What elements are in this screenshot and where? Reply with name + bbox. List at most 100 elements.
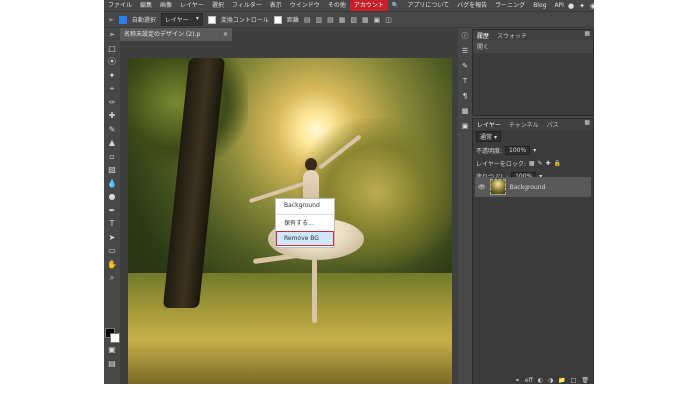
lasso-tool-icon[interactable]: ⦿ (105, 56, 119, 69)
brush-tool-icon[interactable]: ✎ (105, 124, 119, 137)
dancer-standing-leg (312, 253, 317, 323)
healing-tool-icon[interactable]: ✚ (105, 110, 119, 123)
menu-layer[interactable]: レイヤー (176, 0, 208, 11)
info-icon[interactable]: ⓘ (460, 31, 471, 42)
context-menu-item-background[interactable]: Background (276, 199, 334, 212)
pen-tool-icon[interactable]: ✒ (105, 205, 119, 218)
chevron-down-icon[interactable]: ▾ (533, 147, 536, 154)
paragraph-icon[interactable]: ¶ (460, 91, 471, 102)
align-middle-icon[interactable]: ▥ (316, 16, 323, 24)
type-tool-icon[interactable]: T (105, 218, 119, 231)
brush-settings-icon[interactable]: ✎ (460, 61, 471, 72)
screen-mode-icon[interactable]: ▤ (105, 358, 119, 371)
chevron-down-icon: ▾ (493, 134, 497, 141)
layers-panel-footer: ⚭ eff ◐ ◑ 📁 □ 🗑 (473, 375, 593, 384)
link-layers-icon[interactable]: ⚭ (515, 377, 520, 384)
clone-stamp-tool-icon[interactable]: ▲ (105, 137, 119, 150)
zoom-tool-icon[interactable]: ⌕ (105, 272, 119, 285)
menu-bar: ファイル 編集 画像 レイヤー 選択 フィルター 表示 ウインドウ その他 アカ… (104, 0, 594, 11)
gradient-tool-icon[interactable]: ▨ (105, 164, 119, 177)
align-top-icon[interactable]: ▤ (304, 16, 311, 24)
new-layer-icon[interactable]: □ (571, 377, 577, 384)
menu-filter[interactable]: フィルター (228, 0, 266, 11)
delete-layer-icon[interactable]: 🗑 (581, 377, 589, 384)
opacity-input[interactable]: 100% (505, 146, 531, 155)
magic-wand-tool-icon[interactable]: ✦ (105, 70, 119, 83)
menu-report-bug[interactable]: バグを報告 (453, 0, 491, 11)
context-menu-item-remove-bg[interactable]: Remove BG (276, 231, 334, 246)
align-bottom-icon[interactable]: ▤ (327, 16, 334, 24)
css-icon[interactable]: ▩ (460, 106, 471, 117)
tab-channels[interactable]: チャンネル (509, 120, 539, 129)
blur-tool-icon[interactable]: 💧 (105, 178, 119, 191)
background-color-swatch[interactable] (110, 333, 120, 343)
align-right-icon[interactable]: ▦ (362, 16, 369, 24)
menu-select[interactable]: 選択 (208, 0, 228, 11)
tab-history[interactable]: 履歴 (477, 31, 489, 40)
menu-about[interactable]: アプリについて (403, 0, 453, 11)
facebook-icon[interactable]: ◉ (590, 2, 594, 10)
lock-pixels-icon[interactable]: ✎ (538, 160, 543, 167)
layer-mask-icon[interactable]: ◐ (538, 377, 543, 384)
auto-select-target-dropdown[interactable]: レイヤー ▾ (160, 13, 203, 26)
menu-learning[interactable]: ラーニング (491, 0, 529, 11)
shape-tool-icon[interactable]: ▭ (105, 245, 119, 258)
distance-checkbox[interactable] (273, 15, 282, 24)
close-icon[interactable]: × (223, 28, 228, 41)
tab-swatches[interactable]: スウォッチ (497, 31, 527, 40)
layer-row-background[interactable]: 👁 Background (475, 177, 591, 197)
menu-view[interactable]: 表示 (266, 0, 286, 11)
quick-mask-icon[interactable]: ▣ (105, 344, 119, 357)
character-icon[interactable]: T (460, 76, 471, 87)
new-group-icon[interactable]: 📁 (558, 377, 565, 384)
menu-api[interactable]: API (550, 0, 568, 11)
tab-paths[interactable]: パス (547, 120, 559, 129)
opacity-label: 不透明度: (476, 148, 503, 155)
menu-account[interactable]: アカウント (349, 0, 388, 11)
tool-bar: ➣ □ ⦿ ✦ ⌖ ✑ ✚ ✎ ▲ ▫ ▨ 💧 ● ✒ T ➤ ▭ ✋ ⌕ ▣ … (104, 28, 120, 384)
eye-icon[interactable]: 👁 (478, 184, 486, 191)
panel-menu-icon[interactable]: ▦ (584, 30, 590, 37)
align-left-icon[interactable]: ▦ (339, 16, 346, 24)
twitter-icon[interactable]: ✦ (579, 2, 585, 10)
adjustment-layer-icon[interactable]: ◑ (548, 377, 553, 384)
distribute-icon[interactable]: ▣ (374, 16, 381, 24)
arrange-icon[interactable]: ◫ (385, 16, 392, 24)
panel-menu-icon[interactable]: ▦ (584, 119, 590, 126)
transform-controls-checkbox[interactable] (207, 15, 216, 24)
menu-window[interactable]: ウインドウ (286, 0, 324, 11)
hand-tool-icon[interactable]: ✋ (105, 259, 119, 272)
lock-transparency-icon[interactable]: ▦ (529, 160, 535, 167)
document-tab[interactable]: 名称未設定のデザイン (2).p × (120, 28, 232, 41)
properties-icon[interactable]: ☰ (460, 46, 471, 57)
menu-file[interactable]: ファイル (104, 0, 136, 11)
menu-edit[interactable]: 編集 (136, 0, 156, 11)
image-icon[interactable]: ▣ (460, 121, 471, 132)
document-tab-title: 名称未設定のデザイン (2).p (124, 31, 201, 38)
history-entry[interactable]: 開く (473, 40, 593, 53)
auto-select-checkbox[interactable] (118, 15, 127, 24)
eraser-tool-icon[interactable]: ▫ (105, 151, 119, 164)
menu-more[interactable]: その他 (324, 0, 350, 11)
tab-layers[interactable]: レイヤー (477, 120, 501, 129)
photopea-app: ファイル 編集 画像 レイヤー 選択 フィルター 表示 ウインドウ その他 アカ… (104, 0, 594, 384)
lock-position-icon[interactable]: ✚ (546, 160, 551, 167)
move-tool-icon[interactable]: ➣ (105, 29, 119, 42)
crop-tool-icon[interactable]: ⌖ (105, 83, 119, 96)
menu-blog[interactable]: Blog (529, 0, 550, 11)
align-center-icon[interactable]: ▧ (350, 16, 357, 24)
marquee-tool-icon[interactable]: □ (105, 43, 119, 56)
search-icon[interactable]: 🔍 (388, 0, 403, 11)
image-canvas[interactable]: Background 保有する… Remove BG (128, 58, 452, 384)
eyedropper-tool-icon[interactable]: ✑ (105, 97, 119, 110)
chevron-down-icon: ▾ (195, 15, 199, 22)
blend-mode-dropdown[interactable]: 通常 ▾ (476, 131, 501, 142)
menu-image[interactable]: 画像 (156, 0, 176, 11)
layer-effects-icon[interactable]: eff (525, 377, 533, 384)
reddit-icon[interactable]: ● (568, 2, 574, 10)
context-menu-item-keep[interactable]: 保有する… (276, 217, 334, 230)
path-select-tool-icon[interactable]: ➤ (105, 232, 119, 245)
lock-all-icon[interactable]: 🔒 (554, 160, 561, 167)
dodge-tool-icon[interactable]: ● (105, 191, 119, 204)
history-panel-tabs: 履歴 スウォッチ ▦ (473, 30, 593, 40)
